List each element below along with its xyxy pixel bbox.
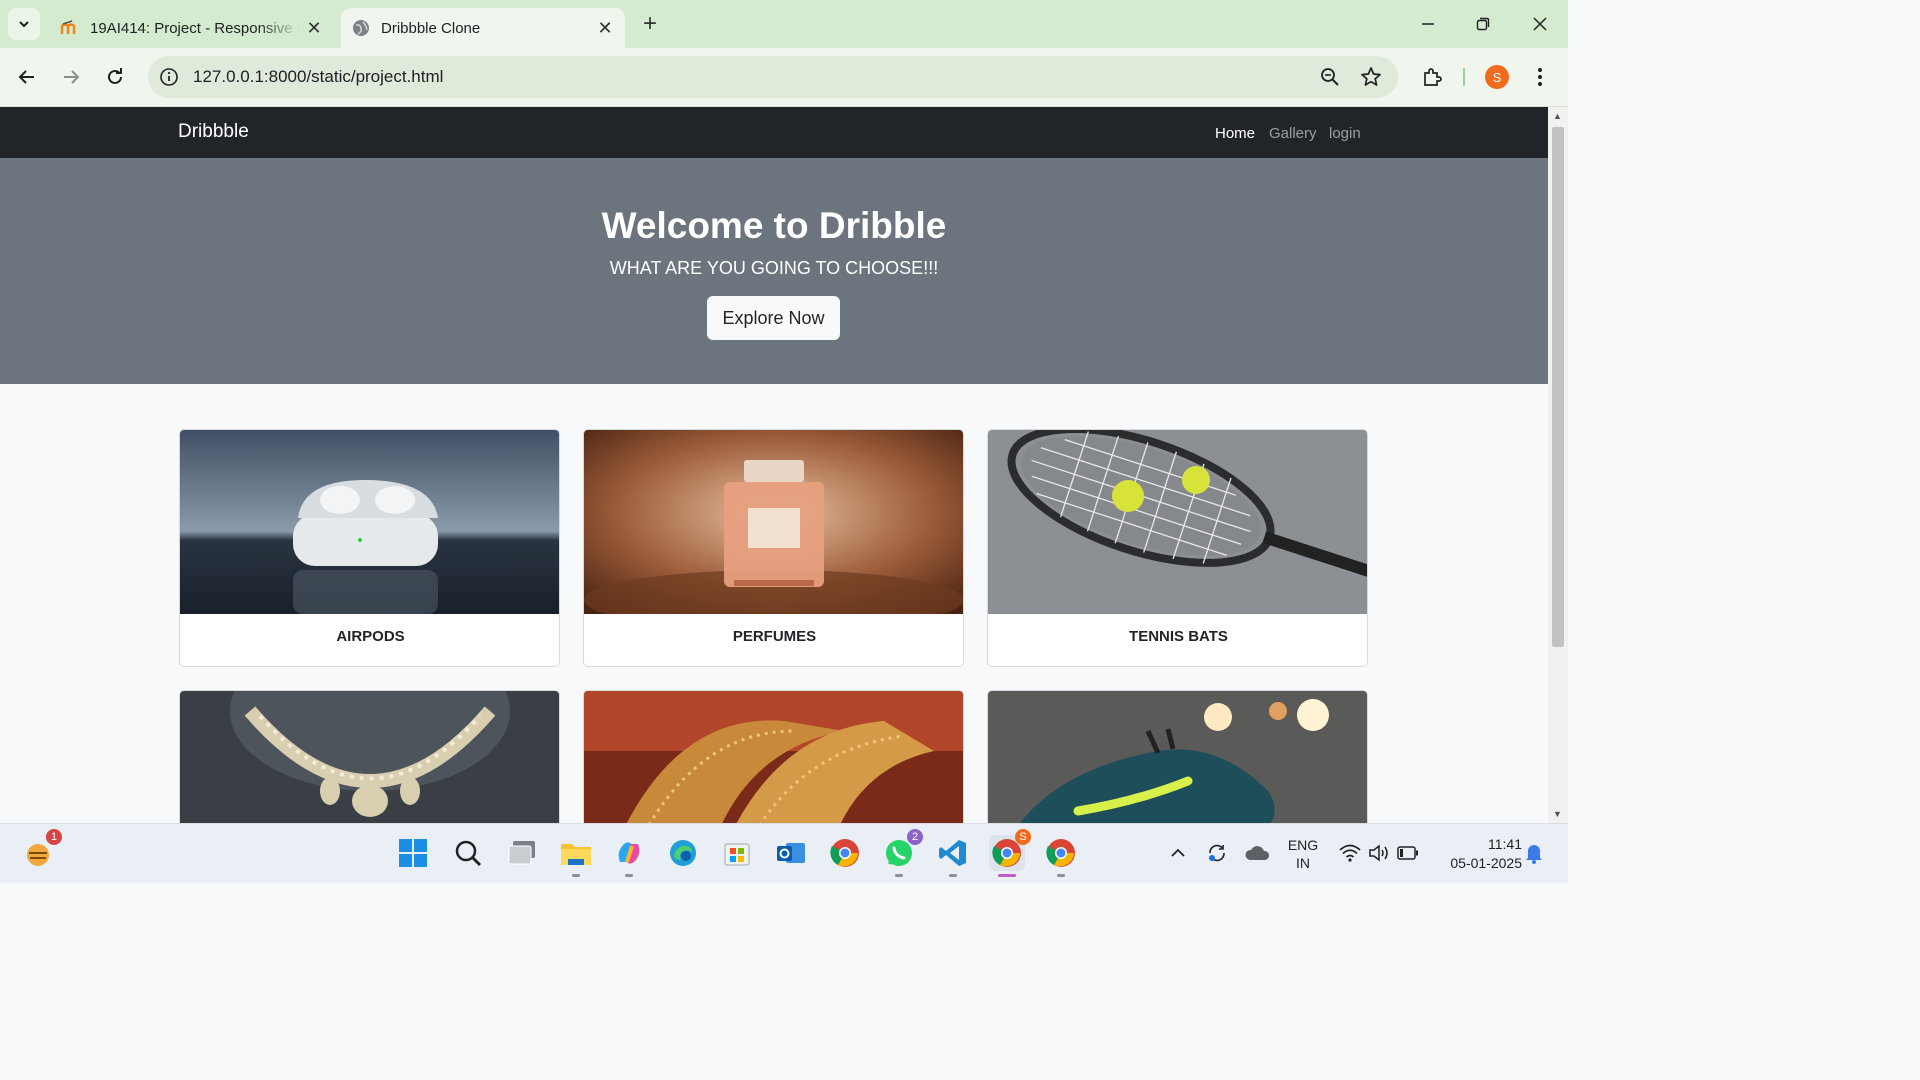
card-label: PERFUMES bbox=[732, 628, 817, 645]
bookmark-star-icon[interactable] bbox=[1360, 66, 1382, 93]
airpods-photo bbox=[180, 430, 559, 614]
running-indicator bbox=[1057, 874, 1065, 877]
explore-now-button[interactable]: Explore Now bbox=[707, 296, 840, 340]
tab-project[interactable]: 19AI414: Project - Responsive W ✕ bbox=[48, 8, 334, 48]
chevron-down-icon bbox=[19, 21, 29, 28]
running-indicator bbox=[625, 874, 633, 877]
page-scrollbar[interactable]: ▲ ▼ bbox=[1548, 107, 1568, 823]
tab-search-button[interactable] bbox=[8, 8, 40, 40]
sync-icon[interactable] bbox=[1199, 835, 1235, 871]
scroll-up-arrow-icon[interactable]: ▲ bbox=[1553, 111, 1562, 121]
necklace-photo bbox=[180, 691, 559, 823]
language-code: ENG bbox=[1287, 837, 1319, 853]
minimize-icon[interactable] bbox=[1410, 8, 1446, 40]
active-indicator bbox=[998, 874, 1016, 877]
reload-icon[interactable] bbox=[99, 61, 131, 93]
browser-tab-bar: 19AI414: Project - Responsive W ✕ Dribbb… bbox=[0, 0, 1568, 48]
close-tab-icon[interactable]: ✕ bbox=[300, 14, 328, 42]
whatsapp-badge: 2 bbox=[907, 829, 923, 845]
perfume-photo bbox=[584, 430, 963, 614]
hero-section: Welcome to Dribble WHAT ARE YOU GOING TO… bbox=[0, 158, 1548, 384]
nav-link-gallery[interactable]: Gallery bbox=[1269, 125, 1317, 142]
forward-arrow-icon[interactable] bbox=[55, 61, 87, 93]
browser-toolbar: 127.0.0.1:8000/static/project.html S bbox=[0, 48, 1568, 107]
site-navbar: Dribbble Home Gallery login bbox=[0, 107, 1548, 158]
back-arrow-icon[interactable] bbox=[11, 61, 43, 93]
running-indicator bbox=[949, 874, 957, 877]
vscode-icon[interactable] bbox=[935, 835, 971, 877]
product-card-necklace[interactable] bbox=[179, 690, 560, 823]
scrollbar-thumb[interactable] bbox=[1552, 127, 1564, 647]
site-info-icon[interactable] bbox=[159, 67, 179, 92]
widgets-badge: 1 bbox=[46, 829, 62, 845]
product-card-airpods[interactable]: AIRPODS bbox=[179, 429, 560, 667]
card-label: TENNIS BATS bbox=[1129, 628, 1228, 645]
notification-bell-icon[interactable] bbox=[1516, 835, 1552, 871]
product-card-tennis-bats[interactable]: TENNIS BATS bbox=[987, 429, 1368, 667]
hero-subtitle: WHAT ARE YOU GOING TO CHOOSE!!! bbox=[609, 258, 939, 278]
restore-icon[interactable] bbox=[1465, 8, 1501, 40]
file-explorer-icon[interactable] bbox=[558, 835, 594, 877]
language-indicator[interactable]: ENG IN bbox=[1284, 836, 1322, 872]
clock-time: 11:41 bbox=[1488, 836, 1522, 852]
tennis-racket-photo bbox=[988, 430, 1367, 614]
close-window-icon[interactable] bbox=[1522, 8, 1558, 40]
tab-title: Dribbble Clone bbox=[381, 19, 481, 37]
scroll-down-arrow-icon[interactable]: ▼ bbox=[1553, 809, 1562, 819]
whatsapp-icon[interactable]: 2 bbox=[881, 829, 923, 877]
new-tab-plus-icon[interactable]: + bbox=[636, 10, 664, 38]
moodle-favicon-icon bbox=[60, 18, 80, 38]
outlook-icon[interactable] bbox=[773, 835, 809, 871]
product-card-sneakers[interactable] bbox=[987, 690, 1368, 823]
chrome-profile-badge: S bbox=[1015, 829, 1031, 845]
running-indicator bbox=[572, 874, 580, 877]
battery-icon[interactable] bbox=[1390, 835, 1426, 871]
url-text[interactable]: 127.0.0.1:8000/static/project.html bbox=[193, 67, 443, 87]
navbar-brand[interactable]: Dribbble bbox=[178, 121, 249, 143]
card-label: AIRPODS bbox=[336, 628, 405, 645]
copilot-icon[interactable] bbox=[611, 835, 647, 877]
globe-icon bbox=[351, 18, 371, 38]
task-view-icon[interactable] bbox=[504, 835, 540, 871]
extensions-puzzle-icon[interactable] bbox=[1416, 61, 1448, 93]
edge-browser-icon[interactable] bbox=[665, 835, 701, 871]
microsoft-store-icon[interactable] bbox=[719, 835, 755, 871]
bangles-photo bbox=[584, 691, 963, 823]
clock[interactable]: 11:41 05-01-2025 bbox=[1432, 835, 1522, 873]
tab-title: 19AI414: Project - Responsive W bbox=[90, 19, 300, 37]
running-indicator bbox=[895, 874, 903, 877]
widgets-weather-icon[interactable]: 1 bbox=[20, 829, 62, 871]
chrome-profile-icon[interactable]: S bbox=[989, 829, 1031, 877]
chrome-icon[interactable] bbox=[827, 835, 863, 871]
more-menu-icon[interactable] bbox=[1524, 61, 1556, 93]
profile-avatar[interactable]: S bbox=[1485, 65, 1509, 89]
chrome-icon-2[interactable] bbox=[1043, 835, 1079, 877]
region-code: IN bbox=[1296, 855, 1310, 871]
tab-dribbble-clone[interactable]: Dribbble Clone ✕ bbox=[341, 8, 625, 48]
clock-date: 05-01-2025 bbox=[1450, 855, 1522, 871]
start-windows-icon[interactable] bbox=[395, 835, 431, 871]
show-hidden-icons-chevron-icon[interactable] bbox=[1160, 835, 1196, 871]
nav-link-login[interactable]: login bbox=[1329, 125, 1361, 142]
address-bar[interactable]: 127.0.0.1:8000/static/project.html bbox=[148, 56, 1398, 98]
close-tab-icon[interactable]: ✕ bbox=[591, 14, 619, 42]
search-icon[interactable] bbox=[450, 835, 486, 871]
onedrive-cloud-icon[interactable] bbox=[1239, 835, 1275, 871]
sneakers-photo bbox=[988, 691, 1367, 823]
page-viewport: Dribbble Home Gallery login Welcome to D… bbox=[0, 107, 1548, 823]
nav-link-home[interactable]: Home bbox=[1215, 125, 1255, 142]
hero-title: Welcome to Dribble bbox=[601, 205, 947, 246]
toolbar-divider bbox=[1463, 68, 1465, 86]
product-card-perfumes[interactable]: PERFUMES bbox=[583, 429, 964, 667]
zoom-icon[interactable] bbox=[1320, 67, 1340, 92]
product-card-bangles[interactable] bbox=[583, 690, 964, 823]
windows-taskbar: 1 2 S ENG IN 11:41 05-01-2025 bbox=[0, 823, 1568, 883]
